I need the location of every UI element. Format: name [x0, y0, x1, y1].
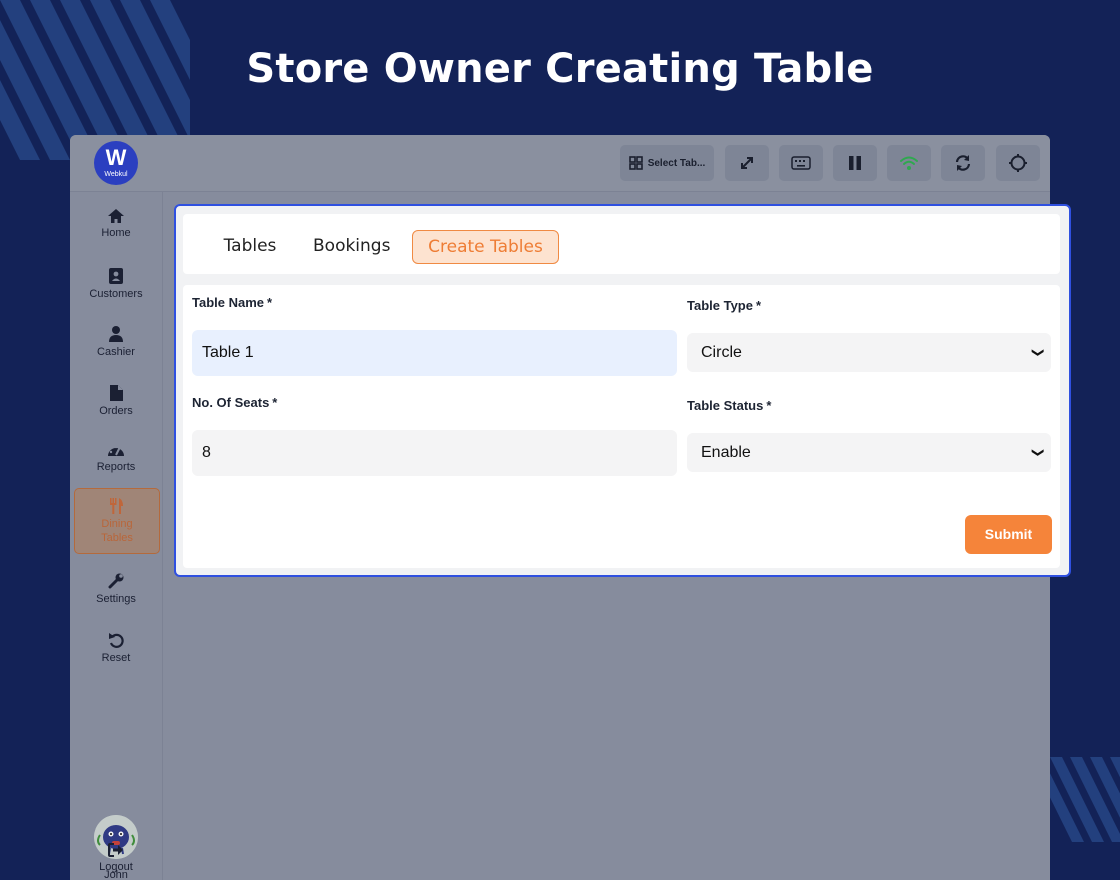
table-status-select[interactable]: Enable ❯: [687, 433, 1051, 472]
table-name-label: Table Name *: [192, 295, 272, 310]
sidebar-item-dining-tables[interactable]: Dining Tables: [74, 488, 160, 554]
sidebar-item-orders[interactable]: Orders: [74, 375, 158, 435]
dashboard-icon: [108, 445, 124, 456]
label-text: Table Status: [687, 398, 764, 413]
page-headline: Store Owner Creating Table: [246, 46, 874, 92]
sidebar-item-settings[interactable]: Settings: [74, 563, 158, 623]
create-table-form: Table Name * Table 1 Table Type * Circle ❯…: [183, 285, 1060, 568]
pause-button[interactable]: [833, 145, 877, 181]
logout-label: Logout: [99, 861, 133, 873]
sidebar-item-label: Cashier: [97, 346, 135, 358]
tab-bar: Tables Bookings Create Tables: [183, 214, 1060, 274]
table-type-label: Table Type *: [687, 298, 761, 313]
wifi-status-button[interactable]: [887, 145, 931, 181]
logout-button[interactable]: Logout: [74, 837, 158, 880]
wrench-icon: [108, 573, 124, 589]
create-tables-panel: Tables Bookings Create Tables Table Name…: [174, 204, 1071, 577]
submit-button[interactable]: Submit: [965, 515, 1052, 554]
contacts-icon: [109, 268, 123, 284]
user-icon: [109, 326, 123, 342]
sync-button[interactable]: [941, 145, 985, 181]
sidebar-item-home[interactable]: Home: [74, 199, 158, 259]
sidebar-item-customers[interactable]: Customers: [74, 258, 158, 318]
pause-icon: [849, 156, 861, 170]
sidebar-item-label: Settings: [96, 593, 136, 605]
chevron-down-icon: ❯: [1031, 347, 1046, 358]
webkul-logo[interactable]: W Webkul: [94, 141, 138, 185]
sidebar-item-label: Customers: [89, 288, 143, 300]
table-status-value: Enable: [701, 444, 751, 461]
label-text: Table Name: [192, 295, 265, 310]
top-bar: W Webkul Select Tab...: [70, 135, 1050, 192]
chevron-down-icon: ❯: [1031, 447, 1046, 458]
settings-button[interactable]: [996, 145, 1040, 181]
undo-icon: [109, 633, 124, 648]
keyboard-button[interactable]: [779, 145, 823, 181]
sidebar-item-label: Home: [101, 227, 131, 239]
logo-brand: Webkul: [104, 171, 128, 178]
logout-icon: [108, 843, 123, 857]
table-type-value: Circle: [701, 344, 742, 361]
expand-icon: [741, 157, 753, 169]
sidebar-item-label-line1: Dining: [101, 518, 133, 530]
table-status-label: Table Status *: [687, 398, 771, 413]
sidebar-item-reports[interactable]: Reports: [74, 433, 158, 493]
seats-input[interactable]: 8: [192, 430, 677, 476]
sidebar-item-label: Reports: [96, 461, 136, 473]
seats-label: No. Of Seats *: [192, 395, 277, 410]
logo-mark: W: [105, 145, 127, 170]
sync-icon: [955, 155, 971, 171]
sidebar-item-label: Reset: [101, 652, 131, 664]
tab-create-tables[interactable]: Create Tables: [412, 230, 559, 264]
sidebar-item-label-line2: Tables: [101, 532, 133, 544]
tab-tables[interactable]: Tables: [215, 230, 285, 262]
table-name-input[interactable]: Table 1: [192, 330, 677, 376]
sidebar-item-cashier[interactable]: Cashier: [74, 316, 158, 376]
required-mark: *: [755, 298, 762, 313]
file-icon: [109, 385, 123, 401]
home-icon: [108, 209, 124, 223]
wifi-icon: [900, 156, 918, 170]
table-type-select[interactable]: Circle ❯: [687, 333, 1051, 372]
required-mark: *: [766, 398, 772, 413]
required-mark: *: [267, 295, 273, 310]
sidebar-item-reset[interactable]: Reset: [74, 622, 158, 682]
utensils-icon: [110, 498, 123, 514]
label-text: No. Of Seats: [192, 395, 270, 410]
select-table-label: Select Tab...: [647, 157, 706, 169]
select-table-button[interactable]: Select Tab...: [620, 145, 714, 181]
label-text: Table Type: [687, 298, 753, 313]
gear-icon: [1009, 154, 1027, 172]
required-mark: *: [272, 395, 278, 410]
tab-bookings[interactable]: Bookings: [313, 230, 390, 262]
qr-grid-icon: [628, 156, 643, 170]
keyboard-icon: [791, 156, 811, 170]
fullscreen-button[interactable]: [725, 145, 769, 181]
decorative-stripes-bottom-right: [1050, 757, 1120, 842]
sidebar: Home Customers Cashier Orders Reports Di…: [70, 192, 163, 880]
sidebar-item-label: Orders: [99, 405, 133, 417]
